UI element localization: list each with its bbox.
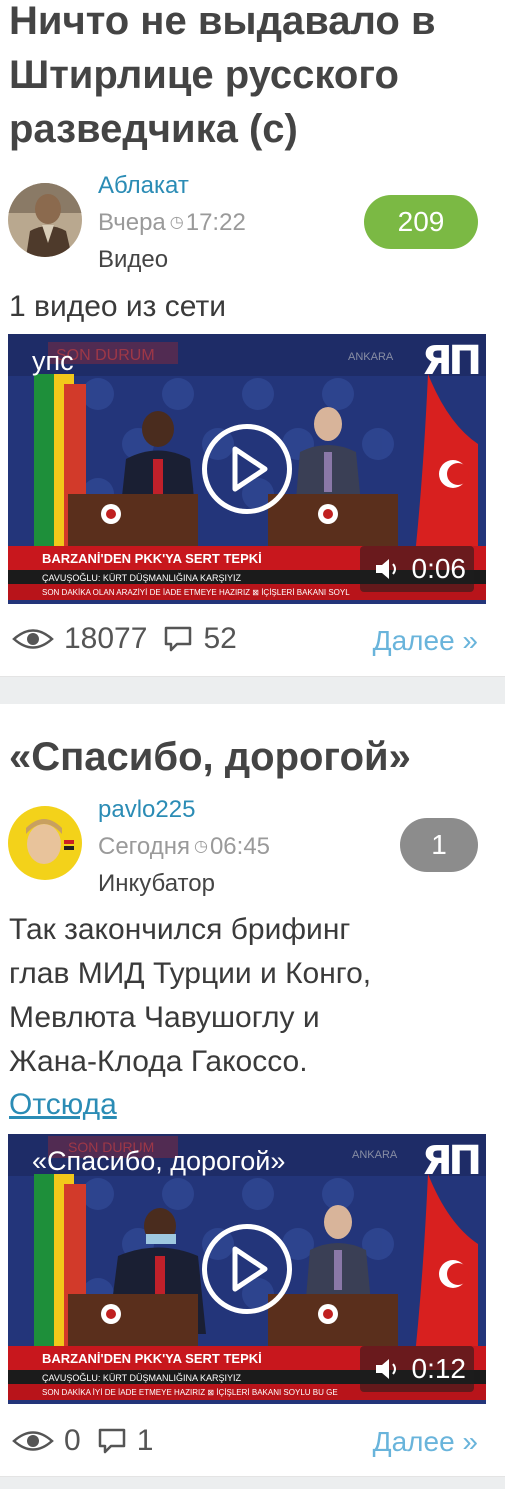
eye-icon (12, 1431, 54, 1451)
comment-icon[interactable] (97, 1426, 127, 1456)
speaker-icon[interactable] (374, 557, 400, 581)
rating-badge[interactable]: 1 (400, 818, 478, 872)
post-category[interactable]: Инкубатор (98, 870, 215, 898)
author-name[interactable]: pavlo225 (98, 796, 195, 824)
play-icon (232, 446, 268, 492)
post-stats: 18077 52 (12, 622, 253, 656)
author-name[interactable]: Аблакат (98, 172, 189, 200)
avatar[interactable] (8, 183, 82, 257)
post-date: Сегодня ◷06:45 (98, 833, 271, 860)
source-link[interactable]: Отсюда (9, 1088, 117, 1122)
post-text: 1 видео из сети (9, 290, 226, 323)
ticker-headline: BARZANİ'DEN PKK'YA SERT TEPKİ (42, 1351, 262, 1366)
play-icon (232, 1246, 268, 1292)
eye-icon (12, 629, 54, 649)
play-button[interactable] (202, 1224, 292, 1314)
views-count: 0 (64, 1424, 81, 1457)
play-button[interactable] (202, 424, 292, 514)
post-divider (0, 676, 505, 704)
post-title[interactable]: Ничто не выдавало в Штирлице русского ра… (9, 0, 493, 156)
comments-count[interactable]: 52 (203, 622, 236, 656)
video-player[interactable]: SON DURUM ANKARA BARZANİ'DEN PKK'YA SERT… (8, 334, 486, 604)
post-card: Ничто не выдавало в Штирлице русского ра… (0, 0, 505, 676)
post-divider (0, 1476, 505, 1489)
site-logo: ЯП (421, 338, 482, 384)
ticker-sub: ÇAVUŞOĞLU: KÜRT DÜŞMANLIĞINA KARŞIYIZ (42, 573, 242, 583)
video-player[interactable]: SON DURUM ANKARA BARZANİ'DEN PKK'YA SERT… (8, 1134, 486, 1404)
rating-badge[interactable]: 209 (364, 195, 478, 249)
video-duration[interactable]: 0:06 (359, 546, 474, 592)
post-date: Вчера ◷17:22 (98, 209, 246, 236)
ticker-bottom: SON DAKİKA OLAN ARAZİYİ DE İADE ETMEYE H… (42, 588, 350, 597)
post-title[interactable]: «Спасибо, дорогой» (9, 730, 493, 784)
avatar[interactable] (8, 806, 82, 880)
post-card: «Спасибо, дорогой» pavlo225 Сегодня ◷06:4… (0, 704, 505, 1476)
video-duration[interactable]: 0:12 (359, 1346, 474, 1392)
video-title: «Спасибо, дорогой» (32, 1146, 286, 1176)
clock-icon: ◷ (193, 838, 208, 855)
ticker-headline: BARZANİ'DEN PKK'YA SERT TEPKİ (42, 551, 262, 566)
site-logo: ЯП (421, 1138, 482, 1184)
post-text: Так закончился брифинг глав МИД Турции и… (9, 913, 372, 1078)
ticker-bottom: SON DAKİKA İYİ DE İADE ETMEYE HAZIRIZ ⊠ … (42, 1388, 338, 1397)
corner-label: ANKARA (352, 1149, 398, 1161)
post-stats: 0 1 (12, 1424, 169, 1458)
read-more-link[interactable]: Далее » (373, 1426, 478, 1458)
ticker-sub: ÇAVUŞOĞLU: KÜRT DÜŞMANLIĞINA KARŞIYIZ (42, 1373, 242, 1383)
clock-icon: ◷ (169, 214, 184, 231)
read-more-link[interactable]: Далее » (373, 625, 478, 657)
comment-icon[interactable] (163, 624, 193, 654)
comments-count[interactable]: 1 (137, 1424, 154, 1458)
views-count: 18077 (64, 622, 148, 655)
video-title: упс (32, 346, 74, 376)
corner-label: ANKARA (348, 351, 394, 363)
speaker-icon[interactable] (374, 1357, 400, 1381)
post-category[interactable]: Видео (98, 246, 168, 274)
